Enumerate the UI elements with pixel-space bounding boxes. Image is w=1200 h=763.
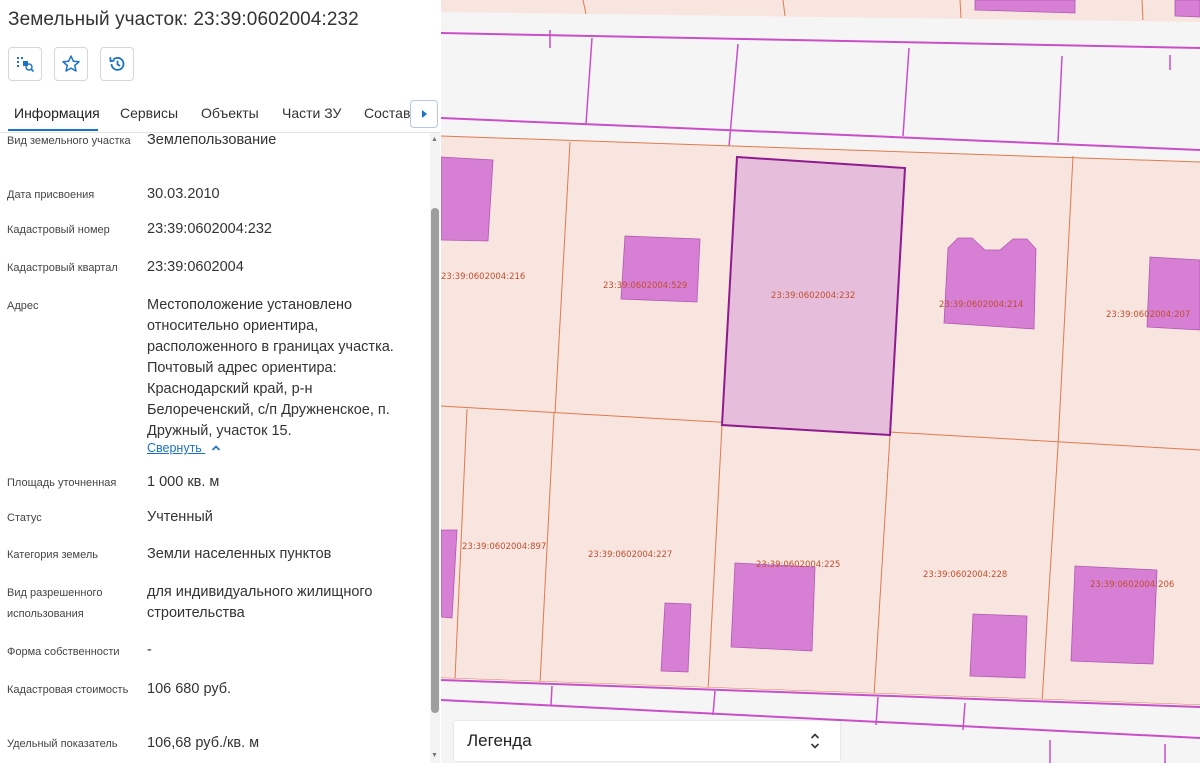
active-tab-indicator	[8, 129, 98, 131]
field-value: 23:39:0602004	[147, 259, 244, 275]
field-value: 23:39:0602004:232	[147, 221, 272, 237]
field-label: Дата присвоения	[7, 189, 95, 201]
scroll-up-arrow-icon[interactable]: ▲	[431, 136, 438, 143]
collapse-label: Свернуть	[147, 441, 202, 455]
tab-parts[interactable]: Части ЗУ	[282, 105, 341, 121]
star-icon	[62, 55, 80, 72]
building[interactable]	[620, 235, 701, 303]
parcel-label-232: 23:39:0602004:232	[771, 291, 855, 301]
field-value: Земли населенных пунктов	[147, 546, 332, 562]
field-value: Землепользование	[147, 133, 277, 148]
history-icon	[109, 57, 125, 71]
zoom-to-object-button[interactable]	[8, 47, 42, 81]
legend-dropdown[interactable]: Легенда	[454, 721, 840, 761]
field-label: Кадастровый номер	[7, 224, 110, 236]
building[interactable]	[730, 562, 816, 652]
map-canvas[interactable]: 23:39:0602004:216 23:39:0602004:529 23:3…	[441, 0, 1200, 763]
field-label: Вид земельного участка	[7, 135, 131, 147]
zoom-to-object-icon	[17, 57, 35, 73]
parcel-label-529: 23:39:0602004:529	[603, 281, 687, 291]
caret-right-icon	[422, 110, 427, 118]
building	[1174, 0, 1200, 18]
parcel-label-228: 23:39:0602004:228	[923, 570, 1007, 580]
chevron-up-down-icon	[810, 733, 820, 749]
scrollbar-thumb[interactable]	[431, 208, 439, 713]
building[interactable]	[660, 602, 692, 673]
field-value: 1 000 кв. м	[147, 474, 220, 490]
field-value-address: Местоположение установлено относительно …	[147, 297, 394, 439]
parcel-label-207: 23:39:0602004:207	[1106, 310, 1190, 320]
info-list: Вид земельного участка Землепользование …	[0, 133, 441, 763]
parcel-label-897: 23:39:0602004:897	[462, 542, 546, 552]
field-label: Вид разрешенного использования	[7, 587, 103, 620]
info-panel: Земельный участок: 23:39:0602004:232 Инф…	[0, 0, 441, 763]
parcel-label-225: 23:39:0602004:225	[756, 560, 840, 570]
parcel-label-227: 23:39:0602004:227	[588, 550, 672, 560]
field-label: Кадастровый квартал	[7, 262, 118, 274]
field-label: Категория земель	[7, 549, 98, 561]
field-value: 30.03.2010	[147, 186, 220, 202]
parcel-label-214: 23:39:0602004:214	[939, 300, 1023, 310]
field-label: Статус	[7, 512, 42, 524]
field-label: Форма собственности	[7, 646, 120, 658]
building[interactable]	[969, 613, 1028, 679]
favorite-button[interactable]	[54, 47, 88, 81]
parcel-label-206: 23:39:0602004:206	[1090, 580, 1174, 590]
tabs-scroll-right-button[interactable]	[410, 100, 438, 128]
building[interactable]	[943, 237, 1037, 330]
tab-services[interactable]: Сервисы	[120, 105, 178, 121]
field-value: 106,68 руб./кв. м	[147, 735, 260, 751]
scroll-down-arrow-icon[interactable]: ▼	[431, 752, 438, 759]
legend-label: Легенда	[467, 731, 532, 750]
collapse-address-link[interactable]: Свернуть	[147, 441, 221, 455]
tab-bar: Информация Сервисы Объекты Части ЗУ Сост…	[0, 96, 441, 133]
tab-objects[interactable]: Объекты	[201, 105, 259, 121]
field-value: -	[147, 642, 152, 658]
field-value: для индивидуального жилищного строительс…	[147, 584, 373, 621]
cadastral-map[interactable]: 23:39:0602004:216 23:39:0602004:529 23:3…	[441, 0, 1200, 763]
field-label: Адрес	[7, 300, 39, 312]
history-button[interactable]	[100, 47, 134, 81]
parcel-label-216: 23:39:0602004:216	[441, 272, 525, 282]
tab-composition[interactable]: Состав	[364, 105, 410, 121]
field-value: 106 680 руб.	[147, 681, 232, 697]
field-value: Учтенный	[147, 509, 213, 525]
tab-information[interactable]: Информация	[14, 105, 100, 121]
field-label: Кадастровая стоимость	[7, 684, 129, 696]
road-boundary	[550, 685, 553, 706]
building[interactable]	[441, 156, 494, 242]
page-title: Земельный участок: 23:39:0602004:232	[8, 9, 359, 30]
chevron-up-icon	[212, 445, 221, 451]
field-label: Площадь уточненная	[7, 477, 117, 489]
field-label: Удельный показатель	[7, 738, 118, 750]
